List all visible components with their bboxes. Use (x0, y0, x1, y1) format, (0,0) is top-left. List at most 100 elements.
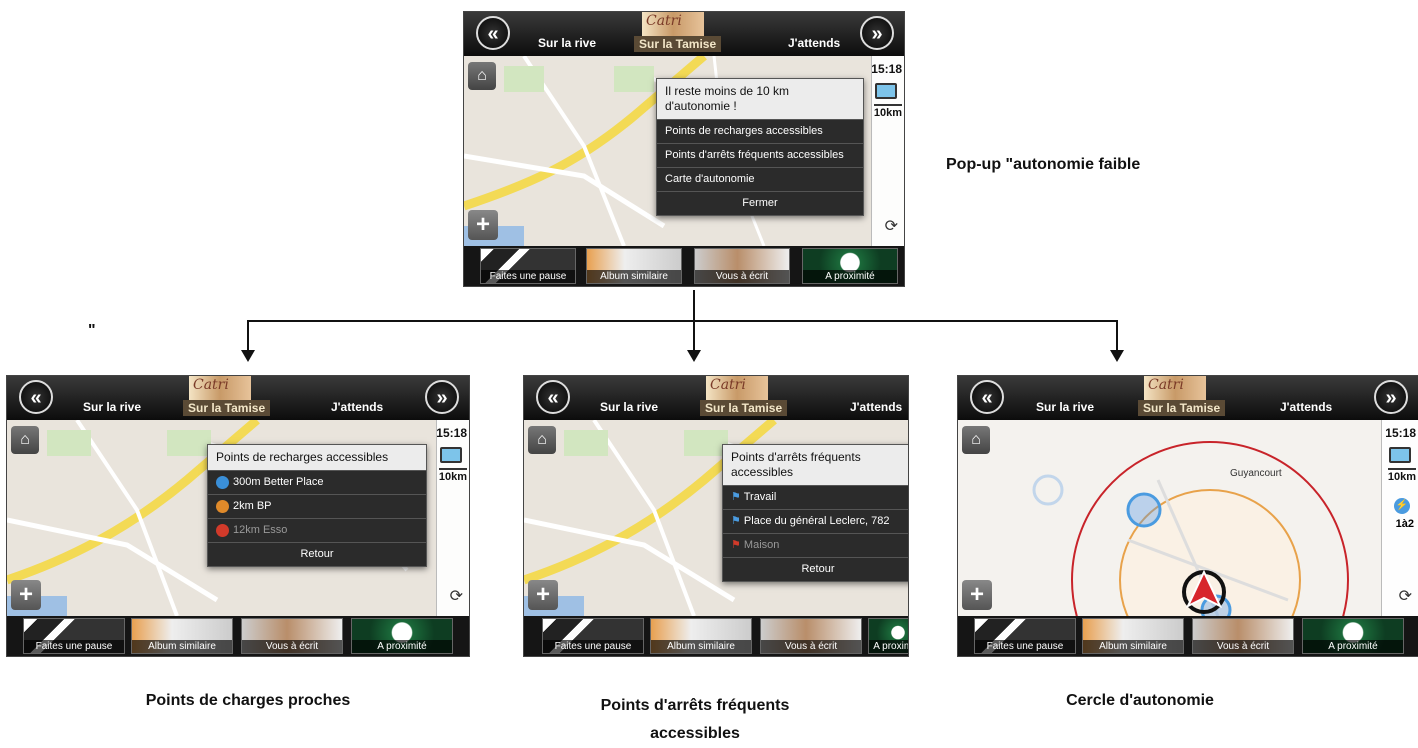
track-current[interactable]: Sur la Tamise (634, 36, 722, 52)
charge-point-row[interactable]: 300m Better Place (208, 470, 426, 494)
charge-point-icon (216, 499, 229, 513)
track-prev[interactable]: Sur la rive (1036, 400, 1094, 414)
album-art: Catri (642, 12, 704, 36)
shortcut-pause[interactable]: Faites une pause (974, 618, 1076, 654)
clock: 15:18 (436, 426, 467, 440)
shortcut-album[interactable]: Album similaire (1082, 618, 1184, 654)
range-value: 10km (1387, 468, 1416, 483)
track-next[interactable]: J'attends (331, 400, 383, 414)
forward-icon[interactable]: » (860, 16, 894, 50)
compass-icon[interactable]: ⟳ (1399, 586, 1412, 606)
clock: 15:18 (1385, 426, 1416, 440)
status-sidebar: 15:18 10km ⚡ 1à2 ⟳ (1381, 420, 1418, 616)
back-button[interactable]: Retour (208, 542, 426, 566)
shortcut-message[interactable]: Vous à écrit (241, 618, 343, 654)
track-current[interactable]: Sur la Tamise (183, 400, 271, 416)
range-value: 10km (873, 104, 902, 119)
home-icon[interactable]: ⌂ (962, 426, 990, 454)
shortcut-nearby[interactable]: A proximité (802, 248, 898, 284)
shortcut-nearby[interactable]: A proximité (868, 618, 908, 654)
rewind-icon[interactable]: « (536, 380, 570, 414)
menu-charge-points[interactable]: Points de recharges accessibles (657, 119, 863, 143)
zoom-in-icon[interactable]: + (528, 580, 558, 610)
track-prev[interactable]: Sur la rive (538, 36, 596, 50)
shortcut-album[interactable]: Album similaire (650, 618, 752, 654)
popup-title: Points d'arrêts fréquents accessibles (723, 445, 908, 485)
frequent-stops-popup: Points d'arrêts fréquents accessibles ⚑ … (722, 444, 908, 582)
forward-icon[interactable]: » (1374, 380, 1408, 414)
home-icon[interactable]: ⌂ (528, 426, 556, 454)
music-bar: « Sur la rive Catri Sur la Tamise J'atte… (464, 12, 904, 56)
screen-charge-points: « Sur la rive Catri Sur la Tamise J'atte… (7, 376, 469, 656)
stop-row[interactable]: ⚑ Travail (723, 485, 908, 509)
compass-icon[interactable]: ⟳ (885, 216, 898, 236)
album-art: Catri (706, 376, 768, 400)
charge-point-icon (216, 475, 229, 489)
flag-icon: ⚑ (731, 491, 744, 503)
menu-range-map[interactable]: Carte d'autonomie (657, 167, 863, 191)
popup-title: Points de recharges accessibles (208, 445, 426, 470)
music-bar: « Sur la rive Catri Sur la Tamise J'atte… (958, 376, 1418, 420)
range-value: 10km (438, 468, 467, 483)
connector-right (1116, 320, 1118, 350)
connector-horizontal (247, 320, 1118, 322)
range-circles (1032, 441, 1349, 616)
shortcut-bar: Faites une pause Album similaire Vous à … (7, 616, 469, 656)
track-current[interactable]: Sur la Tamise (1138, 400, 1226, 416)
low-range-popup: Il reste moins de 10 km d'autonomie ! Po… (656, 78, 864, 216)
arrow-left (241, 350, 255, 362)
shortcut-message[interactable]: Vous à écrit (694, 248, 790, 284)
track-prev[interactable]: Sur la rive (83, 400, 141, 414)
rewind-icon[interactable]: « (19, 380, 53, 414)
flag-icon: ⚑ (731, 515, 744, 527)
track-current[interactable]: Sur la Tamise (700, 400, 788, 416)
shortcut-pause[interactable]: Faites une pause (480, 248, 576, 284)
charge-time-value: 1à2 (1395, 518, 1414, 530)
track-next[interactable]: J'attends (788, 36, 840, 50)
caption-left: Points de charges proches (145, 692, 351, 709)
album-art: Catri (189, 376, 251, 400)
status-sidebar: 15:18 10km ⟳ (436, 420, 469, 616)
forward-icon[interactable]: » (425, 380, 459, 414)
charging-station-icon[interactable]: ⚡ (1394, 498, 1410, 514)
battery-icon (875, 83, 897, 99)
shortcut-album[interactable]: Album similaire (131, 618, 233, 654)
flag-icon: ⚑ (731, 539, 744, 551)
zoom-in-icon[interactable]: + (468, 210, 498, 240)
music-bar: « Sur la rive Catri Sur la Tamise J'atte… (7, 376, 469, 420)
rewind-icon[interactable]: « (476, 16, 510, 50)
screen-range-circle: « Sur la rive Catri Sur la Tamise J'atte… (958, 376, 1418, 656)
stop-row[interactable]: ⚑ Place du général Leclerc, 782 (723, 509, 908, 533)
shortcut-message[interactable]: Vous à écrit (760, 618, 862, 654)
stop-row[interactable]: ⚑ Maison (723, 533, 908, 557)
zoom-in-icon[interactable]: + (962, 580, 992, 610)
home-icon[interactable]: ⌂ (11, 426, 39, 454)
back-button[interactable]: Retour (723, 557, 908, 581)
shortcut-nearby[interactable]: A proximité (1302, 618, 1404, 654)
shortcut-nearby[interactable]: A proximité (351, 618, 453, 654)
connector-left (247, 320, 249, 350)
rewind-icon[interactable]: « (970, 380, 1004, 414)
zoom-in-icon[interactable]: + (11, 580, 41, 610)
track-next[interactable]: J'attends (850, 400, 902, 414)
screen-frequent-stops: « Sur la rive Catri Sur la Tamise J'atte… (524, 376, 908, 656)
home-icon[interactable]: ⌂ (468, 62, 496, 90)
shortcut-pause[interactable]: Faites une pause (542, 618, 644, 654)
menu-frequent-stops[interactable]: Points d'arrêts fréquents accessibles (657, 143, 863, 167)
shortcut-message[interactable]: Vous à écrit (1192, 618, 1294, 654)
compass-icon[interactable]: ⟳ (450, 586, 463, 606)
shortcut-bar: Faites une pause Album similaire Vous à … (524, 616, 908, 656)
track-prev[interactable]: Sur la rive (600, 400, 658, 414)
shortcut-album[interactable]: Album similaire (586, 248, 682, 284)
caption-quote: " (88, 322, 96, 339)
close-button[interactable]: Fermer (657, 191, 863, 215)
charge-point-row[interactable]: 12km Esso (208, 518, 426, 542)
caption-middle: Points d'arrêts fréquents accessibles (600, 697, 790, 742)
charge-point-row[interactable]: 2km BP (208, 494, 426, 518)
track-next[interactable]: J'attends (1280, 400, 1332, 414)
shortcut-bar: Faites une pause Album similaire Vous à … (958, 616, 1418, 656)
range-map-view[interactable]: Guyancourt (958, 420, 1418, 616)
shortcut-pause[interactable]: Faites une pause (23, 618, 125, 654)
screen-low-range-popup: « Sur la rive Catri Sur la Tamise J'atte… (464, 12, 904, 286)
album-art: Catri (1144, 376, 1206, 400)
